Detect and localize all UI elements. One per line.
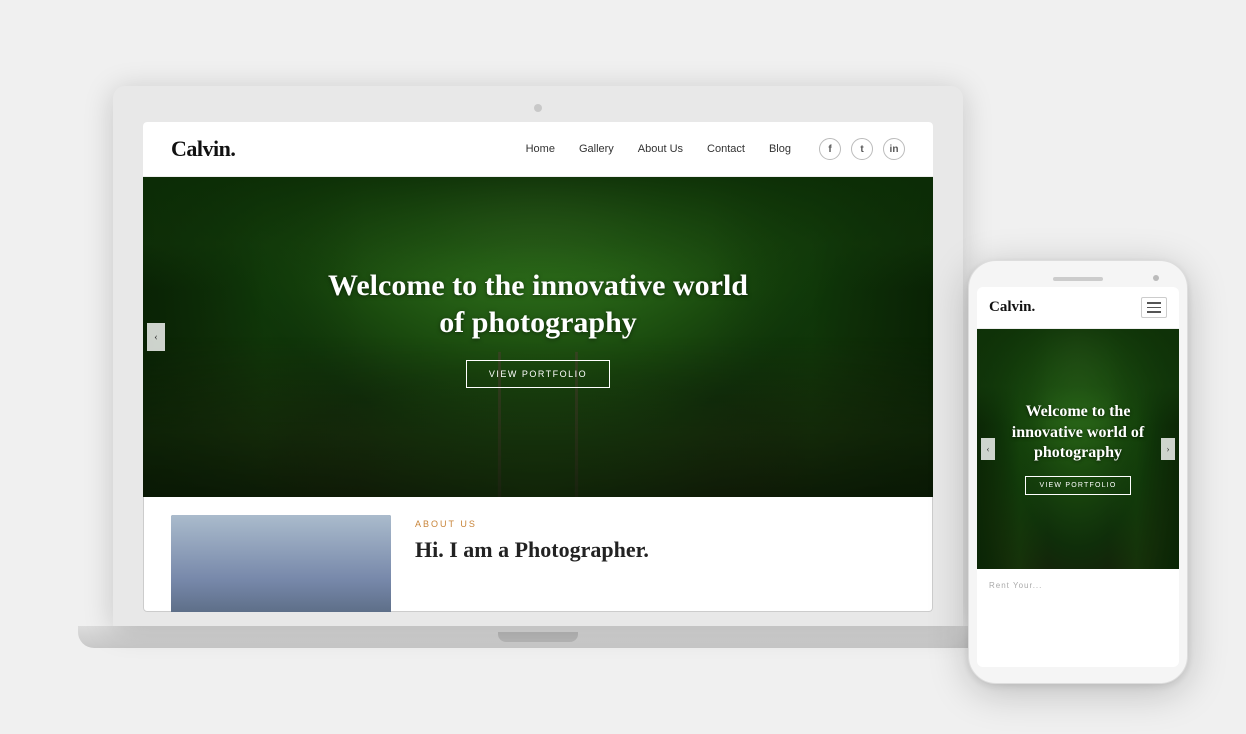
phone-screen: Calvin. ‹ › Welcome to the innovative wo… — [977, 287, 1179, 667]
phone-logo: Calvin. — [989, 299, 1035, 316]
phone-hero-title: Welcome to the innovative world of photo… — [989, 402, 1167, 464]
laptop-notch — [498, 632, 578, 642]
laptop-base — [78, 626, 998, 648]
laptop-screen: Calvin. Home Gallery About Us Contact Bl… — [143, 122, 933, 612]
hero-title: Welcome to the innovative world of photo… — [328, 267, 748, 342]
scene: Calvin. Home Gallery About Us Contact Bl… — [0, 0, 1246, 734]
hamburger-line-2 — [1147, 307, 1161, 309]
facebook-icon[interactable]: f — [819, 138, 841, 160]
hero-prev-arrow[interactable]: ‹ — [147, 323, 165, 351]
social-icons: f t in — [819, 138, 905, 160]
phone-below: Rent Your... — [977, 569, 1179, 602]
phone: Calvin. ‹ › Welcome to the innovative wo… — [968, 260, 1188, 684]
phone-hero: ‹ › Welcome to the innovative world of p… — [977, 329, 1179, 569]
nav-link-home[interactable]: Home — [526, 143, 555, 155]
phone-prev-arrow[interactable]: ‹ — [981, 438, 995, 460]
phone-below-label: Rent Your... — [989, 581, 1167, 590]
phone-nav: Calvin. — [977, 287, 1179, 329]
phone-camera — [1153, 275, 1159, 281]
laptop-camera — [534, 104, 542, 112]
about-heading: Hi. I am a Photographer. — [415, 537, 905, 563]
about-image-inner — [171, 515, 391, 612]
phone-speaker — [1053, 277, 1103, 281]
nav-link-gallery[interactable]: Gallery — [579, 143, 614, 155]
hamburger-line-3 — [1147, 311, 1161, 313]
laptop-hero: ‹ Welcome to the innovative world of pho… — [143, 177, 933, 497]
nav-link-contact[interactable]: Contact — [707, 143, 745, 155]
laptop-logo: Calvin. — [171, 136, 235, 162]
hamburger-menu[interactable] — [1141, 297, 1167, 318]
nav-link-about[interactable]: About Us — [638, 143, 683, 155]
phone-view-portfolio-button[interactable]: VIEW PORTFOLIO — [1025, 476, 1132, 495]
about-text: ABOUT US Hi. I am a Photographer. — [415, 515, 905, 563]
phone-next-arrow[interactable]: › — [1161, 438, 1175, 460]
about-section-label: ABOUT US — [415, 519, 905, 529]
hero-content: Welcome to the innovative world of photo… — [328, 267, 748, 388]
laptop-below-hero: ABOUT US Hi. I am a Photographer. — [143, 497, 933, 612]
laptop-site-nav: Calvin. Home Gallery About Us Contact Bl… — [143, 122, 933, 177]
hamburger-line-1 — [1147, 302, 1161, 304]
laptop: Calvin. Home Gallery About Us Contact Bl… — [113, 86, 963, 648]
linkedin-icon[interactable]: in — [883, 138, 905, 160]
nav-link-blog[interactable]: Blog — [769, 143, 791, 155]
laptop-nav-links: Home Gallery About Us Contact Blog — [526, 143, 791, 155]
about-image — [171, 515, 391, 612]
twitter-icon[interactable]: t — [851, 138, 873, 160]
view-portfolio-button[interactable]: VIEW PORTFOLIO — [466, 360, 610, 388]
laptop-body: Calvin. Home Gallery About Us Contact Bl… — [113, 86, 963, 626]
phone-hero-content: Welcome to the innovative world of photo… — [977, 402, 1179, 495]
